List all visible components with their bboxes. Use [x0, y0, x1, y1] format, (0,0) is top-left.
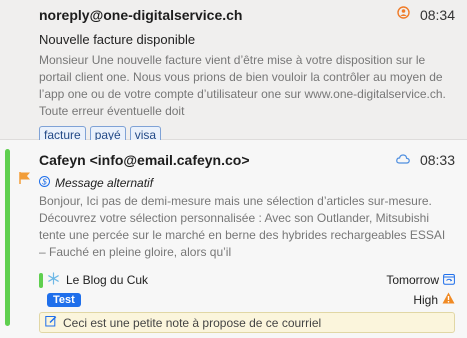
- sender: Cafeyn <info@email.cafeyn.co>: [39, 152, 250, 168]
- calendar-icon: [443, 273, 455, 288]
- note-text: Ceci est une petite note à propose de ce…: [63, 315, 322, 330]
- color-marker: [39, 272, 43, 288]
- alternative-label: Message alternatif: [55, 176, 154, 190]
- warning-icon: [442, 292, 455, 307]
- status-bar: [5, 149, 10, 326]
- test-tag[interactable]: Test: [47, 292, 81, 307]
- preview-text: Bonjour, Ici pas de demi-mesure mais une…: [39, 194, 446, 259]
- note-box[interactable]: Ceci est une petite note à propose de ce…: [39, 312, 455, 333]
- edit-icon: [45, 315, 57, 330]
- project-row: Le Blog du Cuk Tomorrow: [39, 272, 455, 288]
- cloud-icon: [396, 151, 410, 169]
- flag-icon[interactable]: [19, 171, 31, 189]
- preview-text: Monsieur Une nouvelle facture vient d’êt…: [39, 53, 446, 118]
- priority-label: High: [413, 292, 438, 307]
- svg-text:$: $: [41, 177, 47, 186]
- dollar-icon: $: [39, 176, 50, 190]
- message-row[interactable]: noreply@one-digitalservice.ch 08:34 Nouv…: [0, 0, 467, 144]
- subject: Nouvelle facture disponible: [39, 32, 196, 47]
- due-date: Tomorrow: [386, 273, 439, 287]
- alternative-message: $ Message alternatif: [39, 176, 455, 190]
- time: 08:34: [419, 7, 455, 23]
- message-row[interactable]: Cafeyn <info@email.cafeyn.co> 08:33 $ Me…: [0, 140, 467, 338]
- time: 08:33: [419, 152, 455, 168]
- snowflake-icon: [47, 272, 60, 288]
- sender: noreply@one-digitalservice.ch: [39, 7, 243, 23]
- tag-row: Test High: [39, 292, 455, 307]
- project-name[interactable]: Le Blog du Cuk: [66, 273, 148, 287]
- contact-icon: [397, 6, 410, 24]
